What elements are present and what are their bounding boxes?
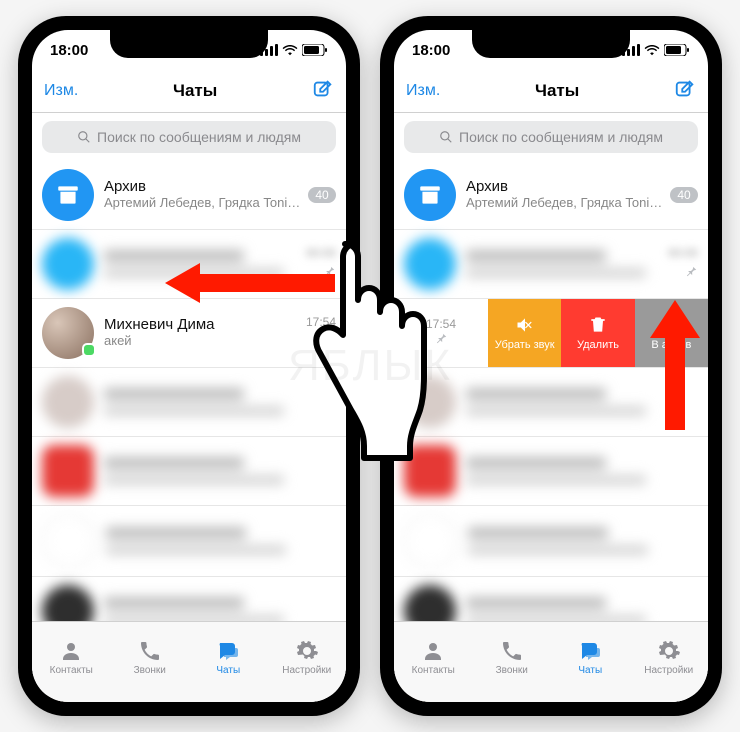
avatar bbox=[42, 307, 94, 359]
tab-contacts[interactable]: Контакты bbox=[394, 622, 473, 692]
archive-icon bbox=[404, 169, 456, 221]
chat-preview: акей bbox=[104, 333, 300, 349]
swipe-delete-button[interactable]: Удалить bbox=[561, 299, 634, 367]
notch bbox=[472, 30, 630, 58]
chat-time: 17:54 bbox=[426, 317, 456, 331]
status-icons bbox=[260, 44, 328, 56]
tab-contacts[interactable]: Контакты bbox=[32, 622, 111, 692]
nav-bar: Изм. Чаты bbox=[394, 70, 708, 113]
archive-title: Архив bbox=[466, 178, 664, 195]
archive-row[interactable]: Архив Артемий Лебедев, Грядка Toniona, C… bbox=[32, 161, 346, 230]
archive-row[interactable]: Архив Артемий Лебедев, Грядка Toniona, C… bbox=[394, 161, 708, 230]
nav-title: Чаты bbox=[535, 81, 579, 101]
archive-subtitle: Артемий Лебедев, Грядка Toniona, CocoaHe… bbox=[104, 195, 302, 211]
compose-button[interactable] bbox=[312, 78, 334, 105]
archive-icon bbox=[42, 169, 94, 221]
tab-settings[interactable]: Настройки bbox=[268, 622, 347, 692]
online-dot bbox=[82, 343, 96, 357]
notch bbox=[110, 30, 268, 58]
tab-calls[interactable]: Звонки bbox=[111, 622, 190, 692]
nav-title: Чаты bbox=[173, 81, 217, 101]
chat-name: Михневич Дима bbox=[104, 316, 300, 333]
archive-subtitle: Артемий Лебедев, Грядка Toniona, CocoaHe… bbox=[466, 195, 664, 211]
tab-chats[interactable]: Чаты bbox=[189, 622, 268, 692]
search-input[interactable]: Поиск по сообщениям и людям bbox=[404, 121, 698, 153]
archive-unread: 40 bbox=[670, 187, 698, 203]
list-item[interactable] bbox=[32, 368, 346, 437]
search-input[interactable]: Поиск по сообщениям и людям bbox=[42, 121, 336, 153]
list-item[interactable] bbox=[394, 506, 708, 577]
edit-button[interactable]: Изм. bbox=[406, 82, 440, 100]
tab-calls[interactable]: Звонки bbox=[473, 622, 552, 692]
status-icons bbox=[622, 44, 690, 56]
tab-bar: Контакты Звонки Чаты Настройки bbox=[32, 621, 346, 702]
edit-button[interactable]: Изм. bbox=[44, 82, 78, 100]
status-time: 18:00 bbox=[50, 42, 88, 59]
swipe-hand-icon bbox=[300, 234, 430, 464]
tab-settings[interactable]: Настройки bbox=[630, 622, 709, 692]
search-placeholder: Поиск по сообщениям и людям bbox=[459, 129, 663, 145]
swipe-mute-button[interactable]: Убрать звук bbox=[488, 299, 561, 367]
archive-pointer-arrow bbox=[645, 300, 705, 430]
pin-icon bbox=[434, 331, 448, 350]
list-item[interactable] bbox=[394, 437, 708, 506]
list-item[interactable]: 00:00 bbox=[394, 230, 708, 299]
search-placeholder: Поиск по сообщениям и людям bbox=[97, 129, 301, 145]
status-time: 18:00 bbox=[412, 42, 450, 59]
tab-bar: Контакты Звонки Чаты Настройки bbox=[394, 621, 708, 702]
archive-title: Архив bbox=[104, 178, 302, 195]
archive-unread: 40 bbox=[308, 187, 336, 203]
tab-chats[interactable]: Чаты bbox=[551, 622, 630, 692]
nav-bar: Изм. Чаты bbox=[32, 70, 346, 113]
list-item[interactable] bbox=[32, 506, 346, 577]
compose-button[interactable] bbox=[674, 78, 696, 105]
list-item[interactable] bbox=[32, 437, 346, 506]
chat-row[interactable]: Михневич Дима акей 17:54 bbox=[32, 299, 346, 368]
